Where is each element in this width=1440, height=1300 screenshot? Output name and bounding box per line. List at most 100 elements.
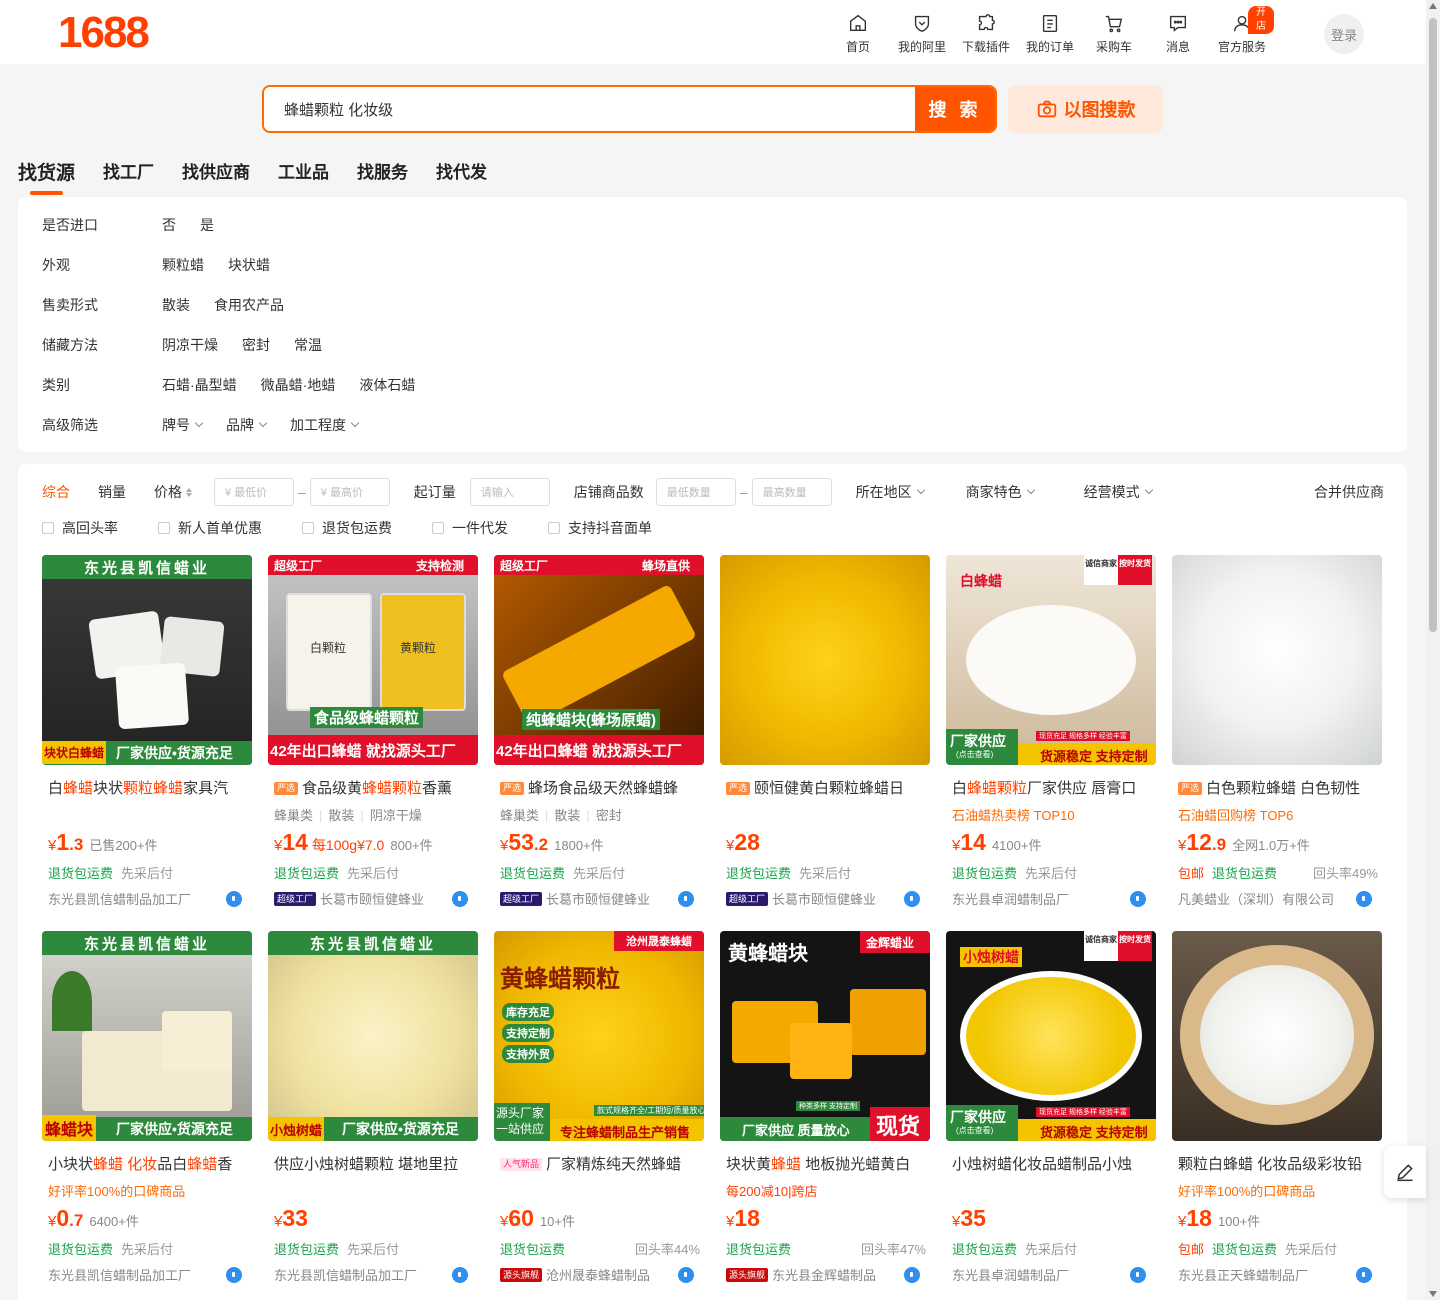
chat-icon[interactable] <box>678 1266 694 1283</box>
product-image[interactable]: 沧州晟泰蜂蜡 黄蜂蜡颗粒 库存充足 支持定制 支持外贸 款式规格齐全/工期短/质… <box>494 931 704 1141</box>
rating-tag[interactable]: 好评率100%的口碑商品 <box>1178 1181 1315 1200</box>
nav-home[interactable]: 首页 <box>826 8 890 55</box>
chat-icon[interactable] <box>1130 890 1146 907</box>
chat-icon[interactable] <box>904 890 920 907</box>
check-dropship[interactable]: 一件代发 <box>432 518 508 538</box>
shop-name[interactable]: 东光县凯信蜡制品加工厂 <box>48 1265 248 1284</box>
product-image[interactable] <box>720 555 930 765</box>
product-card[interactable]: 黄蜂蜡块 金辉蜡业 种类多样 支持定制 厂家供应 质量放心 现货 块状黄蜂蜡 地… <box>720 931 930 1291</box>
filter-option[interactable]: 否 <box>162 215 176 235</box>
chat-icon[interactable] <box>226 1266 242 1283</box>
product-title[interactable]: 严选 蜂场食品级天然蜂蜡蜂 <box>500 777 704 798</box>
shop-name[interactable]: 东光县凯信蜡制品加工厂 <box>48 889 248 908</box>
scroll-thumb[interactable] <box>1429 18 1437 632</box>
region-dropdown[interactable]: 所在地区 <box>856 482 925 502</box>
nav-cart[interactable]: 采购车 <box>1082 8 1146 55</box>
filter-dropdown-grade[interactable]: 牌号 <box>162 415 204 435</box>
shop-name[interactable]: 东光县卓润蜡制品厂 <box>952 1265 1152 1284</box>
login-button[interactable]: 登录 <box>1324 14 1364 54</box>
filter-dropdown-processing[interactable]: 加工程度 <box>290 415 360 435</box>
product-title[interactable]: 严选 食品级黄蜂蜡颗粒香薰 <box>274 777 478 798</box>
check-high-repurchase[interactable]: 高回头率 <box>42 518 118 538</box>
nav-service[interactable]: 开店 官方服务 <box>1210 6 1274 55</box>
shop-name[interactable]: 凡美蜡业（深圳）有限公司 <box>1178 889 1378 908</box>
tab-dropship[interactable]: 找代发 <box>436 158 487 185</box>
min-count-input[interactable]: 最低数量 <box>655 478 736 506</box>
page-scrollbar[interactable] <box>1426 0 1440 1300</box>
tab-find-goods[interactable]: 找货源 <box>18 158 75 195</box>
feedback-button[interactable] <box>1384 1146 1426 1198</box>
shop-name[interactable]: 东光县凯信蜡制品加工厂 <box>274 1265 474 1284</box>
chat-icon[interactable] <box>1130 1266 1146 1283</box>
chat-icon[interactable] <box>1356 1266 1372 1283</box>
ranking-tag[interactable]: 石油蜡热卖榜 TOP10 <box>952 805 1075 824</box>
ranking-tag[interactable]: 石油蜡回购榜 TOP6 <box>1178 805 1293 824</box>
product-title[interactable]: 白蜂蜡块状颗粒蜂蜡家具汽 <box>48 777 252 798</box>
check-new-user[interactable]: 新人首单优惠 <box>158 518 262 538</box>
product-title[interactable]: 小块状蜂蜡 化妆品白蜂蜡香 <box>48 1153 252 1174</box>
min-price-input[interactable]: ¥ 最低价 <box>214 478 294 506</box>
shop-name[interactable]: 东光县正天蜂蜡制品厂 <box>1178 1265 1378 1284</box>
product-image[interactable] <box>1172 555 1382 765</box>
product-title[interactable]: 块状黄蜂蜡 地板抛光蜡黄白 <box>726 1153 930 1174</box>
filter-option[interactable]: 是 <box>200 215 214 235</box>
scroll-down-arrow[interactable] <box>1429 1291 1437 1297</box>
product-image[interactable]: 东光县凯信蜡业 块状白蜂蜡 厂家供应•货源充足 <box>42 555 252 765</box>
product-card[interactable]: 严选 颐恒健黄白颗粒蜂蜡日 ¥28 退货包运费 先采后付 超级工厂 长葛市颐恒健蜂业 <box>720 555 930 915</box>
product-image[interactable]: 东光县凯信蜡业 小烛树蜡 厂家供应•货源充足 <box>268 931 478 1141</box>
product-card[interactable]: 东光县凯信蜡业 块状白蜂蜡 厂家供应•货源充足 白蜂蜡块状颗粒蜂蜡家具汽 ¥1.… <box>42 555 252 915</box>
shop-name[interactable]: 东光县卓润蜡制品厂 <box>952 889 1152 908</box>
scroll-up-arrow[interactable] <box>1429 3 1437 9</box>
chat-icon[interactable] <box>904 1266 920 1283</box>
filter-option[interactable]: 液体石蜡 <box>359 375 415 395</box>
chat-icon[interactable] <box>452 1266 468 1283</box>
filter-option[interactable]: 常温 <box>294 335 322 355</box>
sort-price[interactable]: 价格 <box>154 482 192 502</box>
product-image[interactable]: 超级工厂 支持检测 白颗粒 黄颗粒 食品级蜂蜡颗粒 42年出口蜂蜡 就找源头工厂 <box>268 555 478 765</box>
product-image[interactable]: 黄蜂蜡块 金辉蜡业 种类多样 支持定制 厂家供应 质量放心 现货 <box>720 931 930 1141</box>
check-return-shipping[interactable]: 退货包运费 <box>302 518 392 538</box>
product-title[interactable]: 颗粒白蜂蜡 化妆品级彩妆铅 <box>1178 1153 1382 1174</box>
checkbox[interactable] <box>432 522 444 534</box>
chat-icon[interactable] <box>452 890 468 907</box>
image-search-button[interactable]: 以图搜款 <box>1008 85 1163 133</box>
product-image[interactable]: 小烛树蜡 诚信商家 按时发货 现货充足 规格多样 经验丰富 厂家供应 (点击查看… <box>946 931 1156 1141</box>
check-douyin[interactable]: 支持抖音面单 <box>548 518 652 538</box>
shop-name[interactable]: 超级工厂 长葛市颐恒健蜂业 <box>726 889 926 908</box>
product-image[interactable]: 东光县凯信蜡业 蜂蜡块 厂家供应•货源充足 <box>42 931 252 1141</box>
nav-plugin[interactable]: 下载插件 <box>954 8 1018 55</box>
logo[interactable]: 1688 <box>58 8 150 58</box>
product-card[interactable]: 白蜂蜡 诚信商家 按时发货 现货充足 规格多样 经验丰富 厂家供应 (点击查看)… <box>946 555 1156 915</box>
search-input[interactable] <box>264 87 915 131</box>
filter-option[interactable]: 密封 <box>242 335 270 355</box>
product-image[interactable] <box>1172 931 1382 1141</box>
search-button[interactable]: 搜 索 <box>915 87 995 131</box>
product-image[interactable]: 超级工厂 蜂场直供 纯蜂蜡块(蜂场原蜡) 42年出口蜂蜡 就找源头工厂 <box>494 555 704 765</box>
product-title[interactable]: 严选 颐恒健黄白颗粒蜂蜡日 <box>726 777 930 798</box>
max-price-input[interactable]: ¥ 最高价 <box>309 478 390 506</box>
merge-supplier-toggle[interactable]: 合并供应商 <box>1314 482 1384 502</box>
checkbox[interactable] <box>158 522 170 534</box>
merchant-dropdown[interactable]: 商家特色 <box>966 482 1035 502</box>
filter-option[interactable]: 散装 <box>162 295 190 315</box>
sort-comprehensive[interactable]: 综合 <box>42 482 70 502</box>
tab-find-supplier[interactable]: 找供应商 <box>182 158 250 185</box>
tab-find-service[interactable]: 找服务 <box>357 158 408 185</box>
promo-tag[interactable]: 每200减10|跨店 <box>726 1181 818 1200</box>
nav-order[interactable]: 我的订单 <box>1018 8 1082 55</box>
product-card[interactable]: 超级工厂 支持检测 白颗粒 黄颗粒 食品级蜂蜡颗粒 42年出口蜂蜡 就找源头工厂… <box>268 555 478 915</box>
product-title[interactable]: 小烛树蜡化妆品蜡制品小烛 <box>952 1153 1156 1174</box>
tab-find-factory[interactable]: 找工厂 <box>103 158 154 185</box>
chat-icon[interactable] <box>678 890 694 907</box>
product-title[interactable]: 人气新品 厂家精炼纯天然蜂蜡 <box>500 1153 704 1174</box>
filter-option[interactable]: 阴凉干燥 <box>162 335 218 355</box>
product-card[interactable]: 小烛树蜡 诚信商家 按时发货 现货充足 规格多样 经验丰富 厂家供应 (点击查看… <box>946 931 1156 1291</box>
nav-my-ali[interactable]: 我的阿里 <box>890 8 954 55</box>
product-card[interactable]: 东光县凯信蜡业 小烛树蜡 厂家供应•货源充足 供应小烛树蜡颗粒 堪地里拉 ¥33… <box>268 931 478 1291</box>
product-card[interactable]: 严选 白色颗粒蜂蜡 白色韧性 石油蜡回购榜 TOP6 ¥12.9 全网1.0万+件 … <box>1172 555 1382 915</box>
product-title[interactable]: 严选 白色颗粒蜂蜡 白色韧性 <box>1178 777 1382 798</box>
checkbox[interactable] <box>302 522 314 534</box>
product-image[interactable]: 白蜂蜡 诚信商家 按时发货 现货充足 规格多样 经验丰富 厂家供应 (点击查看)… <box>946 555 1156 765</box>
product-title[interactable]: 白蜂蜡颗粒厂家供应 唇膏口 <box>952 777 1156 798</box>
filter-dropdown-brand[interactable]: 品牌 <box>226 415 268 435</box>
